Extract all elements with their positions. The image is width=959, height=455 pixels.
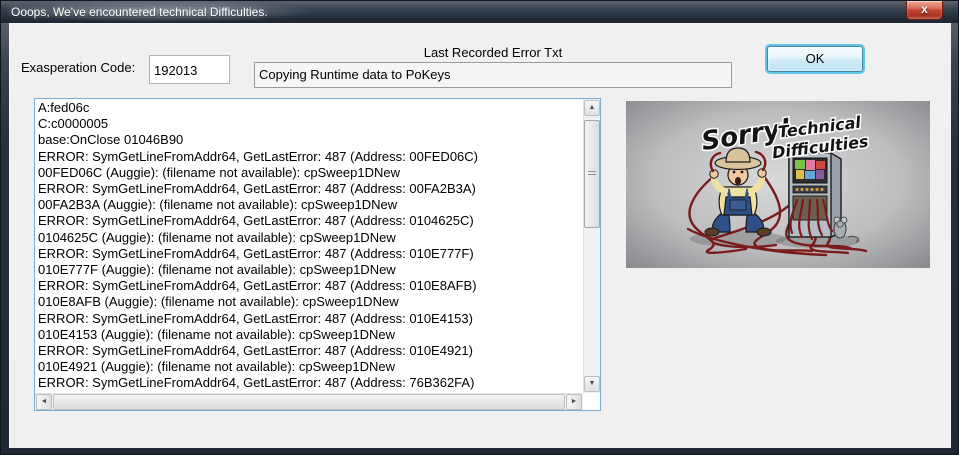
error-log-box[interactable]: A:fed06cC:c0000005base:OnClose 01046B90E… (34, 98, 601, 411)
machine (789, 153, 841, 239)
error-log-line: ERROR: SymGetLineFromAddr64, GetLastErro… (38, 375, 583, 391)
scroll-down-icon[interactable]: ▼ (584, 376, 600, 392)
technical-difficulties-cartoon: Sorry! Technical Difficulties (626, 101, 930, 268)
error-log-line: ERROR: SymGetLineFromAddr64, GetLastErro… (38, 181, 583, 197)
error-log-line: 010E777F (Auggie): (filename not availab… (38, 262, 583, 278)
scroll-right-icon[interactable]: ► (566, 394, 582, 410)
error-log-line: 00FA2B3A (Auggie): (filename not availab… (38, 197, 583, 213)
error-log-line: ERROR: SymGetLineFromAddr64, GetLastErro… (38, 343, 583, 359)
last-recorded-error-label: Last Recorded Error Txt (254, 45, 732, 60)
scroll-up-icon[interactable]: ▲ (584, 100, 600, 116)
error-log-line: 00FED06C (Auggie): (filename not availab… (38, 165, 583, 181)
last-error-text-field[interactable]: Copying Runtime data to PoKeys (254, 62, 732, 88)
exasperation-code-input[interactable] (149, 55, 230, 84)
error-log-line: 010E8AFB (Auggie): (filename not availab… (38, 294, 583, 310)
window-title: Ooops, We've encountered technical Diffi… (11, 5, 268, 19)
dialog-client-area: Exasperation Code: Last Recorded Error T… (9, 23, 951, 448)
error-log-line: 0104625C (Auggie): (filename not availab… (38, 230, 583, 246)
error-dialog-window: Ooops, We've encountered technical Diffi… (0, 0, 959, 455)
exasperation-code-label: Exasperation Code: (21, 60, 135, 75)
error-log-line: C:c0000005 (38, 116, 583, 132)
horizontal-scrollbar[interactable]: ◄ ► (35, 393, 583, 410)
vertical-scrollbar-thumb[interactable] (584, 120, 600, 228)
error-log-line: ERROR: SymGetLineFromAddr64, GetLastErro… (38, 278, 583, 294)
error-log-line: 010E4921 (Auggie): (filename not availab… (38, 359, 583, 375)
scroll-left-icon[interactable]: ◄ (36, 394, 52, 410)
ok-button[interactable]: OK (767, 46, 863, 72)
error-log-line: base:OnClose 01046B90 (38, 132, 583, 148)
error-log-line: ERROR: SymGetLineFromAddr64, GetLastErro… (38, 149, 583, 165)
error-log-content[interactable]: A:fed06cC:c0000005base:OnClose 01046B90E… (35, 99, 583, 393)
vertical-scrollbar[interactable]: ▲ ▼ (583, 99, 600, 393)
error-log-line: A:fed06c (38, 100, 583, 116)
close-icon[interactable]: x (906, 1, 943, 20)
error-log-line: ERROR: SymGetLineFromAddr64, GetLastErro… (38, 246, 583, 262)
error-log-line: ERROR: SymGetLineFromAddr64, GetLastErro… (38, 311, 583, 327)
horizontal-scrollbar-thumb[interactable] (53, 394, 565, 410)
cartoon-illustration: Sorry! Technical Difficulties (626, 101, 930, 268)
error-log-line: ERROR: SymGetLineFromAddr64, GetLastErro… (38, 213, 583, 229)
title-bar[interactable]: Ooops, We've encountered technical Diffi… (1, 1, 958, 23)
error-log-line: 010E4153 (Auggie): (filename not availab… (38, 327, 583, 343)
